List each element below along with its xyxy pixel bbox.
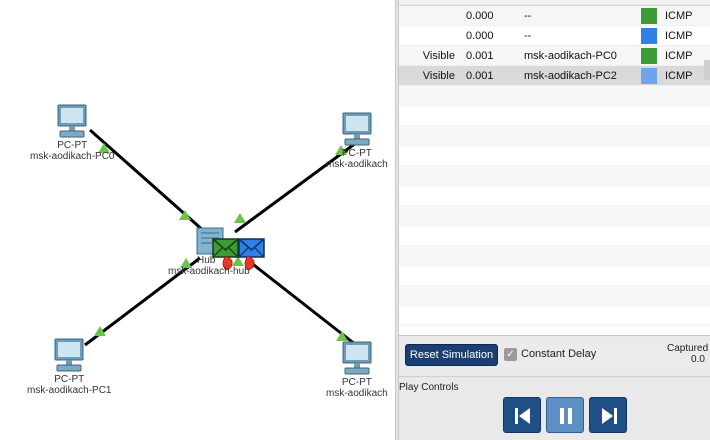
pc0-device[interactable]: PC-PT msk-aodikach-PC0 (30, 104, 114, 162)
captured-value: 0.0 (691, 354, 705, 365)
empty-rows (399, 86, 710, 326)
pc-icon (342, 112, 372, 146)
constant-delay-checkbox[interactable]: ✓ (504, 348, 517, 361)
event-visible: Visible (422, 70, 455, 82)
step-forward-button[interactable] (589, 397, 627, 433)
event-color-swatch (641, 8, 657, 24)
pdu-envelope-green-icon (212, 238, 239, 258)
event-type: ICMP (665, 30, 693, 42)
pc3-device[interactable]: PC-PT msk-aodikach (326, 341, 388, 399)
pc1-name-label: msk-aodikach-PC1 (27, 385, 112, 396)
pc1-device[interactable]: PC-PT msk-aodikach-PC1 (27, 338, 111, 396)
captured-label: Captured (667, 343, 709, 354)
forward-icon (602, 408, 617, 424)
event-color-swatch (641, 68, 657, 84)
event-time: 0.001 (466, 70, 494, 82)
simulation-controls-bar: Reset Simulation ✓ Constant Delay Captur… (399, 337, 710, 375)
pc3-type-label: PC-PT (341, 377, 372, 388)
pause-icon (560, 408, 572, 424)
pc2-device[interactable]: PC-PT msk-aodikach (326, 112, 388, 170)
event-row[interactable]: Visible 0.001 msk-aodikach-PC0 ICMP (399, 46, 710, 66)
pc-icon (57, 104, 87, 138)
back-icon (515, 408, 530, 424)
pc0-type-label: PC-PT (57, 140, 88, 151)
constant-delay-label: Constant Delay (521, 348, 597, 360)
hub-name-label: msk-aodikach-hub (168, 266, 250, 277)
pc2-name-label: msk-aodikach (326, 159, 388, 170)
pc2-type-label: PC-PT (341, 148, 372, 159)
reset-simulation-button[interactable]: Reset Simulation (405, 344, 498, 366)
topology-workspace[interactable]: PC-PT msk-aodikach-PC0 PC-PT msk-aodikac… (0, 0, 395, 440)
event-type: ICMP (665, 70, 693, 82)
step-back-button[interactable] (503, 397, 541, 433)
event-visible: Visible (422, 50, 455, 62)
event-list-table: 0.000 -- ICMP 0.000 -- ICMP Visible 0.00… (399, 0, 710, 336)
pause-button[interactable] (546, 397, 584, 433)
event-type: ICMP (665, 50, 693, 62)
event-time: 0.000 (466, 10, 494, 22)
pc-icon (342, 341, 372, 375)
event-row[interactable]: 0.000 -- ICMP (399, 26, 710, 46)
pc3-name-label: msk-aodikach (326, 388, 388, 399)
event-device: msk-aodikach-PC2 (524, 70, 617, 82)
play-controls-area: Play Controls (399, 376, 710, 440)
event-device: msk-aodikach-PC0 (524, 50, 617, 62)
pc0-name-label: msk-aodikach-PC0 (30, 151, 115, 162)
event-color-swatch (641, 28, 657, 44)
event-row[interactable]: 0.000 -- ICMP (399, 6, 710, 26)
pc1-type-label: PC-PT (54, 374, 85, 385)
pc-icon (54, 338, 84, 372)
play-controls-title: Play Controls (399, 382, 459, 393)
table-scrollbar[interactable] (704, 60, 710, 80)
event-color-swatch (641, 48, 657, 64)
event-time: 0.001 (466, 50, 494, 62)
event-time: 0.000 (466, 30, 494, 42)
event-device: -- (524, 10, 532, 22)
link-up-icon (234, 213, 246, 223)
pdu-envelope-blue-icon (238, 238, 265, 258)
event-row-selected[interactable]: Visible 0.001 msk-aodikach-PC2 ICMP (399, 66, 710, 86)
hub-type-label: Hub (197, 255, 216, 266)
event-device: -- (524, 30, 532, 42)
event-type: ICMP (665, 10, 693, 22)
simulation-panel: 0.000 -- ICMP 0.000 -- ICMP Visible 0.00… (399, 0, 710, 440)
